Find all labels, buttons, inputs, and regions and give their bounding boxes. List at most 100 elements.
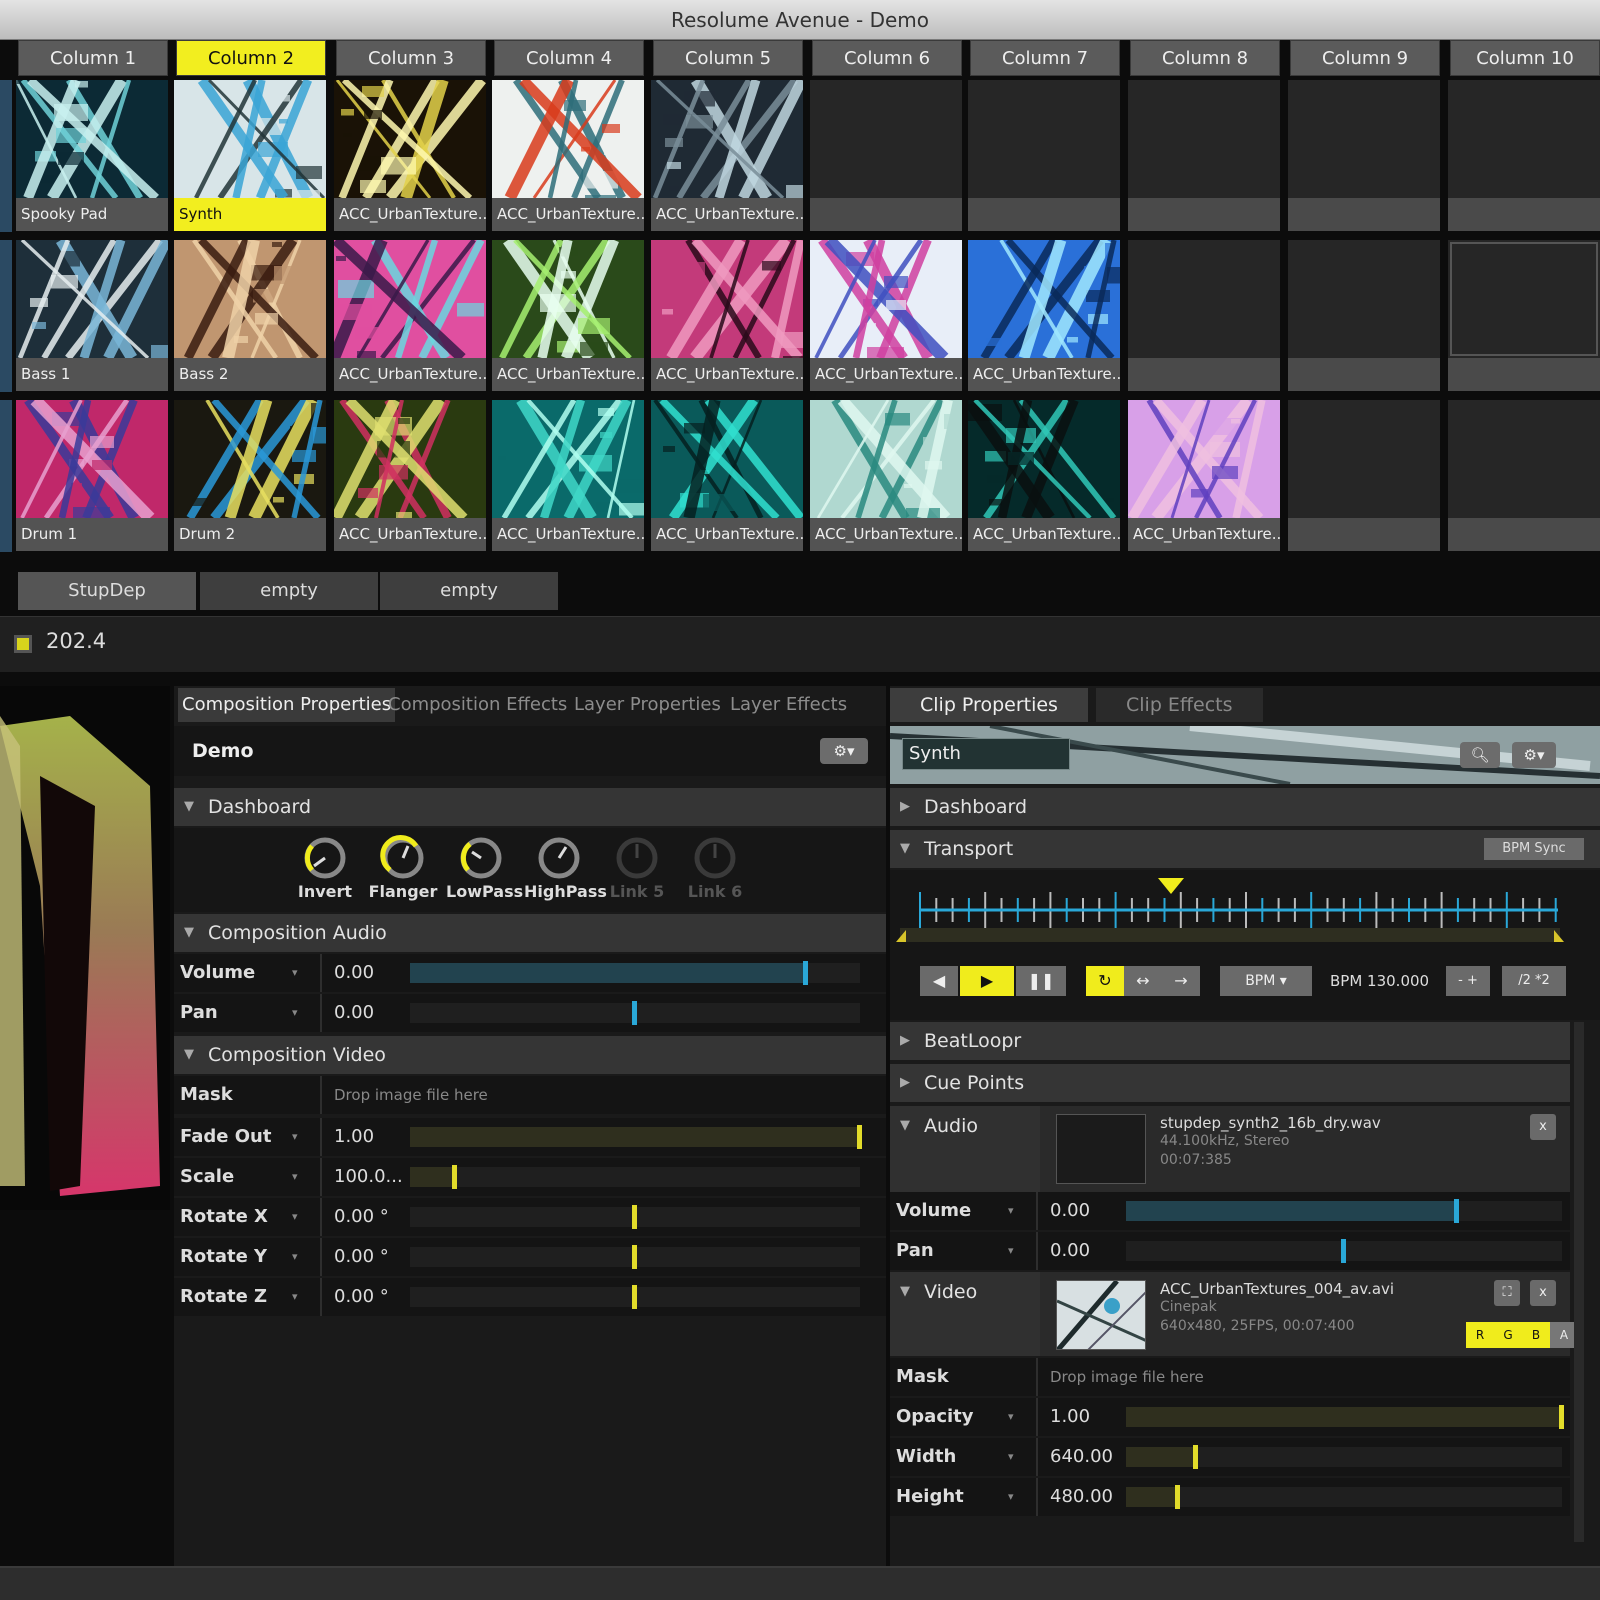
clip-slot[interactable]: ACC_UrbanTexture...: [968, 400, 1120, 551]
play-once-button[interactable]: →: [1162, 966, 1200, 996]
chevron-down-icon[interactable]: ▾: [1008, 1232, 1014, 1270]
clip-slot[interactable]: ACC_UrbanTexture...: [810, 400, 962, 551]
clip-slot[interactable]: Spooky Pad: [16, 80, 168, 231]
clip-slot[interactable]: ACC_UrbanTexture...: [334, 80, 486, 231]
column-header-7[interactable]: Column 7: [970, 40, 1120, 76]
clip-audio-label[interactable]: ▼ Audio: [890, 1106, 1040, 1192]
clip-height-slider[interactable]: [1126, 1485, 1562, 1509]
empty-clip-slot[interactable]: [1448, 80, 1600, 231]
empty-clip-slot[interactable]: [1128, 240, 1280, 391]
empty-clip-slot[interactable]: [1288, 80, 1440, 231]
clip-slot[interactable]: ACC_UrbanTexture...: [651, 400, 803, 551]
channel-b-toggle[interactable]: B: [1522, 1322, 1550, 1348]
comp-scale-slider[interactable]: [410, 1165, 860, 1189]
clip-opacity-handle[interactable]: [1559, 1405, 1564, 1429]
close-icon[interactable]: x: [1530, 1114, 1556, 1140]
tab-clip-effects[interactable]: Clip Effects: [1096, 688, 1263, 722]
clip-volume-handle[interactable]: [1454, 1199, 1460, 1223]
mask-drop-zone[interactable]: Drop image file here: [334, 1076, 488, 1114]
bpm-minus-plus[interactable]: - +: [1446, 966, 1490, 996]
comp-rotate-y-handle[interactable]: [632, 1245, 637, 1269]
gear-icon[interactable]: ⚙▾: [820, 738, 868, 764]
chevron-down-icon[interactable]: ▾: [292, 994, 298, 1032]
column-header-8[interactable]: Column 8: [1130, 40, 1280, 76]
play-forward-button[interactable]: ▶: [960, 966, 1014, 996]
knob-lowpass[interactable]: LowPass: [446, 834, 523, 904]
comp-rotate-x-value[interactable]: 0.00 °: [334, 1198, 389, 1236]
deck-tab-2[interactable]: empty: [200, 572, 378, 610]
column-header-10[interactable]: Column 10: [1450, 40, 1600, 76]
tab-layer-properties[interactable]: Layer Properties: [570, 688, 725, 722]
clip-slot[interactable]: ACC_UrbanTexture...: [492, 80, 644, 231]
clip-width-handle[interactable]: [1192, 1445, 1198, 1469]
column-header-4[interactable]: Column 4: [494, 40, 644, 76]
clip-height-handle[interactable]: [1175, 1485, 1181, 1509]
clip-slot[interactable]: ACC_UrbanTexture...: [968, 240, 1120, 391]
chevron-down-icon[interactable]: ▾: [1008, 1192, 1014, 1230]
clip-slot[interactable]: ACC_UrbanTexture...: [334, 240, 486, 391]
tab-layer-effects[interactable]: Layer Effects: [726, 688, 851, 722]
knob-link-5[interactable]: Link 5: [602, 834, 672, 904]
comp-rotate-y-value[interactable]: 0.00 °: [334, 1238, 389, 1276]
clip-slot[interactable]: ACC_UrbanTexture...: [1128, 400, 1280, 551]
clip-name-field[interactable]: Synth: [902, 738, 1070, 770]
channel-r-toggle[interactable]: R: [1466, 1322, 1494, 1348]
tap-indicator[interactable]: [14, 635, 32, 653]
clip-width-value[interactable]: 640.00: [1050, 1438, 1113, 1476]
bpm-readout[interactable]: 202.4: [46, 629, 106, 653]
empty-clip-slot[interactable]: [1448, 240, 1600, 391]
bounce-button[interactable]: ↔: [1124, 966, 1162, 996]
comp-rotate-x-slider[interactable]: [410, 1205, 860, 1229]
clip-slot[interactable]: ACC_UrbanTexture...: [492, 240, 644, 391]
knob-highpass[interactable]: HighPass: [524, 834, 607, 904]
column-header-9[interactable]: Column 9: [1290, 40, 1440, 76]
chevron-down-icon[interactable]: ▾: [1008, 1398, 1014, 1436]
empty-clip-slot[interactable]: [1448, 400, 1600, 551]
column-header-5[interactable]: Column 5: [653, 40, 803, 76]
tab-composition-properties[interactable]: Composition Properties: [178, 688, 396, 722]
comp-rotate-z-handle[interactable]: [632, 1285, 637, 1309]
comp-fade-out-handle[interactable]: [857, 1125, 862, 1149]
clip-panel-scrollbar[interactable]: [1574, 1022, 1584, 1542]
knob-flanger[interactable]: Flanger: [368, 834, 438, 904]
layer-3-bar[interactable]: [0, 400, 12, 552]
beatloopr-section[interactable]: ▶ BeatLoopr: [890, 1022, 1570, 1060]
comp-pan-handle[interactable]: [632, 1001, 637, 1025]
clip-slot[interactable]: ACC_UrbanTexture...: [651, 240, 803, 391]
gear-icon[interactable]: ⚙▾: [1512, 742, 1556, 768]
clip-slot[interactable]: ACC_UrbanTexture...: [492, 400, 644, 551]
loop-button[interactable]: ↻: [1086, 966, 1124, 996]
empty-clip-slot[interactable]: [810, 80, 962, 231]
fullscreen-icon[interactable]: ⛶: [1494, 1280, 1520, 1306]
clip-video-label[interactable]: ▼ Video: [890, 1272, 1040, 1356]
tab-clip-properties[interactable]: Clip Properties: [890, 688, 1088, 722]
clip-slot[interactable]: Drum 2: [174, 400, 326, 551]
comp-volume-slider[interactable]: [410, 961, 860, 985]
clip-dashboard-section[interactable]: ▶ Dashboard: [890, 788, 1600, 826]
comp-pan-value[interactable]: 0.00: [334, 994, 374, 1032]
empty-clip-slot[interactable]: [968, 80, 1120, 231]
bpm-sync-dropdown[interactable]: BPM Sync: [1484, 838, 1584, 860]
timeline[interactable]: [890, 870, 1600, 950]
comp-scale-value[interactable]: 100.0...: [334, 1158, 403, 1196]
clip-volume-slider[interactable]: [1126, 1199, 1562, 1223]
clip-mask-drop-zone[interactable]: Drop image file here: [1050, 1358, 1204, 1396]
deck-tab-1[interactable]: StupDep: [18, 572, 196, 610]
chevron-down-icon[interactable]: ▾: [292, 1198, 298, 1236]
comp-rotate-z-value[interactable]: 0.00 °: [334, 1278, 389, 1316]
clip-slot[interactable]: Synth: [174, 80, 326, 231]
clip-pan-handle[interactable]: [1341, 1239, 1346, 1263]
column-header-1[interactable]: Column 1: [18, 40, 168, 76]
chevron-down-icon[interactable]: ▾: [292, 1238, 298, 1276]
comp-rotate-x-handle[interactable]: [632, 1205, 637, 1229]
knob-link-6[interactable]: Link 6: [680, 834, 750, 904]
comp-volume-handle[interactable]: [803, 961, 808, 985]
clip-slot[interactable]: Bass 1: [16, 240, 168, 391]
chevron-down-icon[interactable]: ▾: [292, 954, 298, 992]
clip-bpm-value[interactable]: BPM 130.000: [1330, 966, 1429, 996]
video-thumbnail[interactable]: [1056, 1280, 1146, 1350]
composition-name[interactable]: Demo: [174, 726, 886, 776]
clip-height-value[interactable]: 480.00: [1050, 1478, 1113, 1516]
chevron-down-icon[interactable]: ▾: [1008, 1438, 1014, 1476]
comp-scale-handle[interactable]: [452, 1165, 457, 1189]
